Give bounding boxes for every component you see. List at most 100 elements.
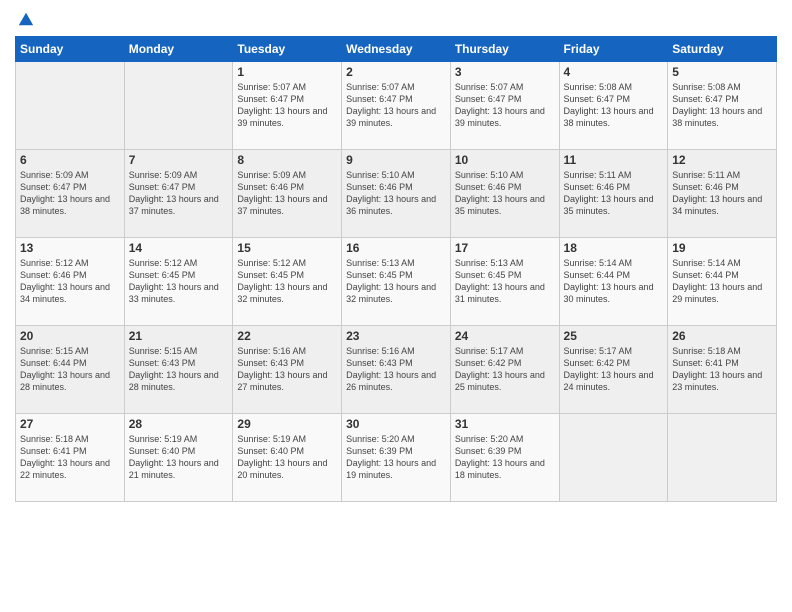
calendar-cell: 22 Sunrise: 5:16 AM Sunset: 6:43 PM Dayli… — [233, 326, 342, 414]
day-number: 7 — [129, 153, 229, 167]
day-header-friday: Friday — [559, 37, 668, 62]
calendar-cell: 14Sunrise: 5:12 AM Sunset: 6:45 PM Dayli… — [124, 238, 233, 326]
calendar-cell: 6 Sunrise: 5:09 AM Sunset: 6:47 PM Daylig… — [16, 150, 125, 238]
day-number: 21 — [129, 329, 229, 343]
day-number: 16 — [346, 241, 446, 255]
calendar-week-row: 20 Sunrise: 5:15 AM Sunset: 6:44 PM Dayli… — [16, 326, 777, 414]
calendar-cell — [16, 62, 125, 150]
day-number: 8 — [237, 153, 337, 167]
day-number: 2 — [346, 65, 446, 79]
day-number: 10 — [455, 153, 555, 167]
calendar-header-row: SundayMondayTuesdayWednesdayThursdayFrid… — [16, 37, 777, 62]
day-number: 4 — [564, 65, 664, 79]
day-info: Sunrise: 5:09 AM Sunset: 6:47 PM Dayligh… — [20, 169, 120, 218]
logo — [15, 10, 35, 28]
day-header-sunday: Sunday — [16, 37, 125, 62]
calendar-week-row: 1 Sunrise: 5:07 AM Sunset: 6:47 PM Daylig… — [16, 62, 777, 150]
day-number: 26 — [672, 329, 772, 343]
calendar-cell: 16 Sunrise: 5:13 AM Sunset: 6:45 PM Dayli… — [342, 238, 451, 326]
day-info: Sunrise: 5:15 AM Sunset: 6:44 PM Dayligh… — [20, 345, 120, 394]
day-info: Sunrise: 5:07 AM Sunset: 6:47 PM Dayligh… — [455, 81, 555, 130]
calendar-cell: 17Sunrise: 5:13 AM Sunset: 6:45 PM Dayli… — [450, 238, 559, 326]
day-info: Sunrise: 5:18 AM Sunset: 6:41 PM Dayligh… — [672, 345, 772, 394]
day-info: Sunrise: 5:12 AM Sunset: 6:45 PM Dayligh… — [237, 257, 337, 306]
calendar-cell: 4 Sunrise: 5:08 AM Sunset: 6:47 PM Daylig… — [559, 62, 668, 150]
calendar-cell: 28 Sunrise: 5:19 AM Sunset: 6:40 PM Dayli… — [124, 414, 233, 502]
day-number: 9 — [346, 153, 446, 167]
day-info: Sunrise: 5:08 AM Sunset: 6:47 PM Dayligh… — [564, 81, 664, 130]
day-number: 11 — [564, 153, 664, 167]
day-number: 12 — [672, 153, 772, 167]
day-info: Sunrise: 5:13 AM Sunset: 6:45 PM Dayligh… — [455, 257, 555, 306]
calendar-cell: 27 Sunrise: 5:18 AM Sunset: 6:41 PM Dayli… — [16, 414, 125, 502]
day-info: Sunrise: 5:10 AM Sunset: 6:46 PM Dayligh… — [455, 169, 555, 218]
calendar-cell: 5 Sunrise: 5:08 AM Sunset: 6:47 PM Daylig… — [668, 62, 777, 150]
day-number: 28 — [129, 417, 229, 431]
calendar-cell: 18 Sunrise: 5:14 AM Sunset: 6:44 PM Dayli… — [559, 238, 668, 326]
calendar-cell — [668, 414, 777, 502]
day-info: Sunrise: 5:11 AM Sunset: 6:46 PM Dayligh… — [672, 169, 772, 218]
calendar-cell: 3 Sunrise: 5:07 AM Sunset: 6:47 PM Daylig… — [450, 62, 559, 150]
calendar-week-row: 27 Sunrise: 5:18 AM Sunset: 6:41 PM Dayli… — [16, 414, 777, 502]
calendar-cell: 12 Sunrise: 5:11 AM Sunset: 6:46 PM Dayli… — [668, 150, 777, 238]
day-info: Sunrise: 5:18 AM Sunset: 6:41 PM Dayligh… — [20, 433, 120, 482]
calendar-cell: 20 Sunrise: 5:15 AM Sunset: 6:44 PM Dayli… — [16, 326, 125, 414]
day-info: Sunrise: 5:12 AM Sunset: 6:45 PM Dayligh… — [129, 257, 229, 306]
day-number: 3 — [455, 65, 555, 79]
day-number: 31 — [455, 417, 555, 431]
day-header-tuesday: Tuesday — [233, 37, 342, 62]
day-number: 20 — [20, 329, 120, 343]
day-info: Sunrise: 5:20 AM Sunset: 6:39 PM Dayligh… — [455, 433, 555, 482]
day-number: 18 — [564, 241, 664, 255]
day-info: Sunrise: 5:12 AM Sunset: 6:46 PM Dayligh… — [20, 257, 120, 306]
day-info: Sunrise: 5:10 AM Sunset: 6:46 PM Dayligh… — [346, 169, 446, 218]
calendar-cell: 1Sunrise: 5:07 AM Sunset: 6:47 PM Daylig… — [233, 62, 342, 150]
header — [15, 10, 777, 28]
calendar-cell: 21 Sunrise: 5:15 AM Sunset: 6:43 PM Dayli… — [124, 326, 233, 414]
calendar-cell — [559, 414, 668, 502]
day-header-thursday: Thursday — [450, 37, 559, 62]
day-info: Sunrise: 5:13 AM Sunset: 6:45 PM Dayligh… — [346, 257, 446, 306]
day-info: Sunrise: 5:14 AM Sunset: 6:44 PM Dayligh… — [564, 257, 664, 306]
day-info: Sunrise: 5:07 AM Sunset: 6:47 PM Dayligh… — [346, 81, 446, 130]
day-number: 30 — [346, 417, 446, 431]
calendar-cell: 9 Sunrise: 5:10 AM Sunset: 6:46 PM Daylig… — [342, 150, 451, 238]
calendar-cell: 11 Sunrise: 5:11 AM Sunset: 6:46 PM Dayli… — [559, 150, 668, 238]
calendar-cell: 25Sunrise: 5:17 AM Sunset: 6:42 PM Dayli… — [559, 326, 668, 414]
page: SundayMondayTuesdayWednesdayThursdayFrid… — [0, 0, 792, 612]
day-info: Sunrise: 5:09 AM Sunset: 6:47 PM Dayligh… — [129, 169, 229, 218]
calendar-cell: 2 Sunrise: 5:07 AM Sunset: 6:47 PM Daylig… — [342, 62, 451, 150]
day-info: Sunrise: 5:16 AM Sunset: 6:43 PM Dayligh… — [237, 345, 337, 394]
calendar-week-row: 13 Sunrise: 5:12 AM Sunset: 6:46 PM Dayli… — [16, 238, 777, 326]
day-number: 15 — [237, 241, 337, 255]
day-info: Sunrise: 5:17 AM Sunset: 6:42 PM Dayligh… — [455, 345, 555, 394]
day-number: 22 — [237, 329, 337, 343]
calendar-cell: 10 Sunrise: 5:10 AM Sunset: 6:46 PM Dayli… — [450, 150, 559, 238]
day-number: 5 — [672, 65, 772, 79]
day-header-wednesday: Wednesday — [342, 37, 451, 62]
calendar-cell: 15 Sunrise: 5:12 AM Sunset: 6:45 PM Dayli… — [233, 238, 342, 326]
logo-icon — [17, 10, 35, 28]
day-info: Sunrise: 5:11 AM Sunset: 6:46 PM Dayligh… — [564, 169, 664, 218]
day-info: Sunrise: 5:19 AM Sunset: 6:40 PM Dayligh… — [129, 433, 229, 482]
calendar-cell: 24 Sunrise: 5:17 AM Sunset: 6:42 PM Dayli… — [450, 326, 559, 414]
day-number: 6 — [20, 153, 120, 167]
calendar-table: SundayMondayTuesdayWednesdayThursdayFrid… — [15, 36, 777, 502]
day-info: Sunrise: 5:19 AM Sunset: 6:40 PM Dayligh… — [237, 433, 337, 482]
calendar-cell: 13 Sunrise: 5:12 AM Sunset: 6:46 PM Dayli… — [16, 238, 125, 326]
calendar-cell: 19Sunrise: 5:14 AM Sunset: 6:44 PM Dayli… — [668, 238, 777, 326]
calendar-cell: 23Sunrise: 5:16 AM Sunset: 6:43 PM Dayli… — [342, 326, 451, 414]
day-info: Sunrise: 5:09 AM Sunset: 6:46 PM Dayligh… — [237, 169, 337, 218]
day-number: 24 — [455, 329, 555, 343]
day-info: Sunrise: 5:15 AM Sunset: 6:43 PM Dayligh… — [129, 345, 229, 394]
day-info: Sunrise: 5:08 AM Sunset: 6:47 PM Dayligh… — [672, 81, 772, 130]
day-number: 13 — [20, 241, 120, 255]
day-number: 27 — [20, 417, 120, 431]
calendar-cell: 7 Sunrise: 5:09 AM Sunset: 6:47 PM Daylig… — [124, 150, 233, 238]
day-number: 25 — [564, 329, 664, 343]
calendar-week-row: 6 Sunrise: 5:09 AM Sunset: 6:47 PM Daylig… — [16, 150, 777, 238]
day-header-saturday: Saturday — [668, 37, 777, 62]
day-info: Sunrise: 5:14 AM Sunset: 6:44 PM Dayligh… — [672, 257, 772, 306]
day-number: 1 — [237, 65, 337, 79]
calendar-cell — [124, 62, 233, 150]
